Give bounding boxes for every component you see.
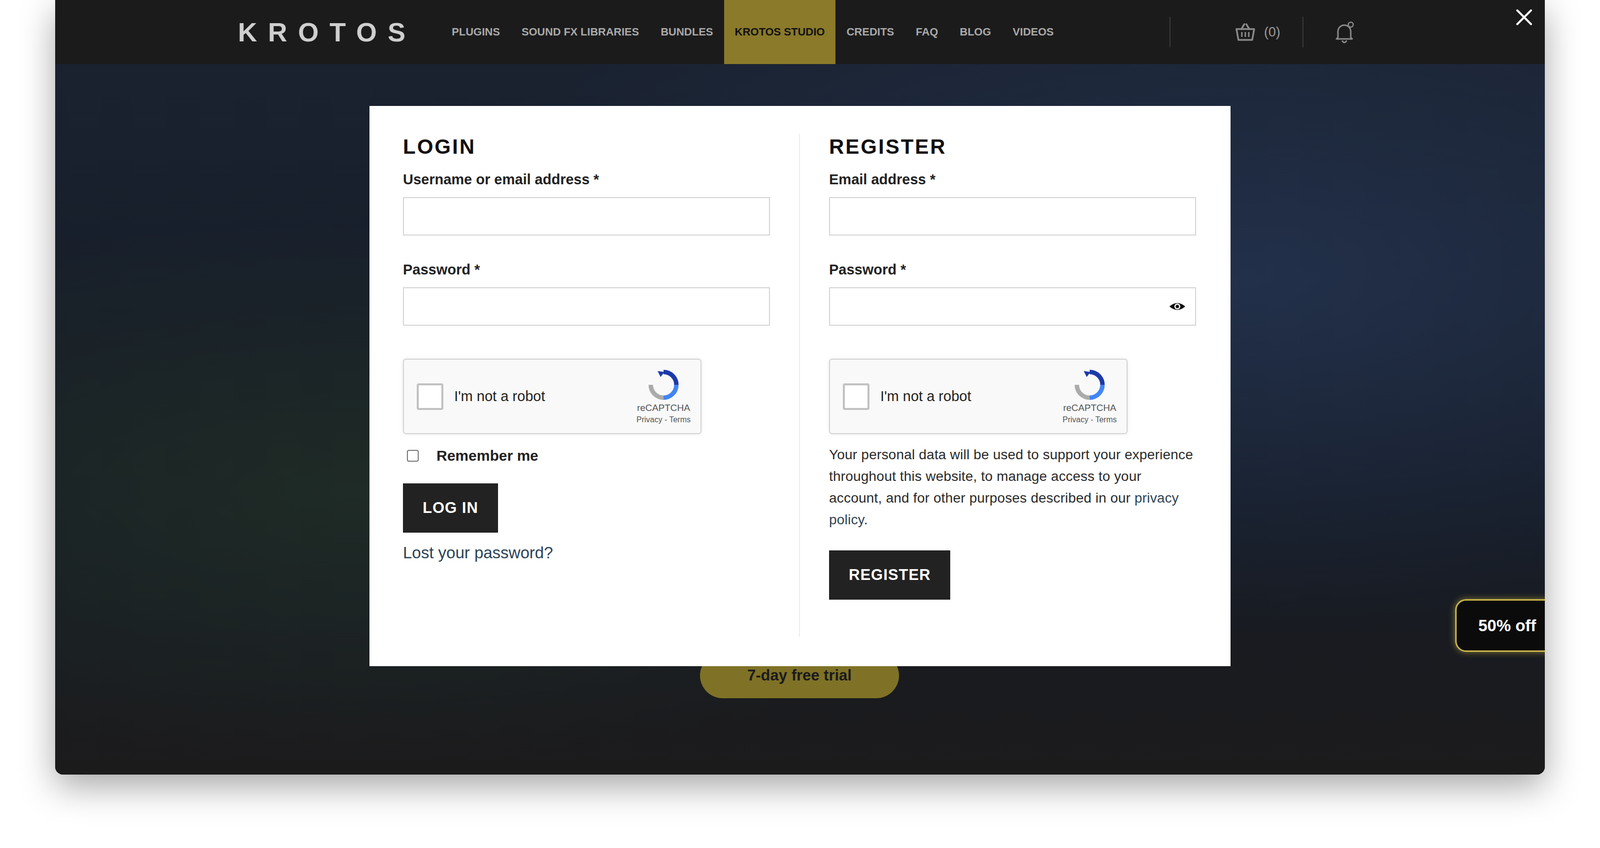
username-input-field xyxy=(402,197,770,236)
badge-label: 50% off xyxy=(1478,616,1536,635)
recaptcha-links[interactable]: Privacy - Terms xyxy=(1062,415,1117,425)
lost-password-link[interactable]: Lost your password? xyxy=(402,542,554,563)
nav-item[interactable]: PLUGINS xyxy=(440,0,511,65)
recaptcha-links[interactable]: Privacy - Terms xyxy=(636,415,691,425)
email-input-field xyxy=(829,197,1197,236)
cart-icon[interactable] xyxy=(1234,22,1257,42)
nav-label: KROTOS STUDIO xyxy=(734,25,826,39)
recaptcha-brand: reCAPTCHA xyxy=(636,402,691,414)
register-column: REGISTER Email address * Password * I'm not… xyxy=(829,134,1197,667)
login-column: LOGIN Username or email address * Password… xyxy=(402,134,770,667)
eye-icon[interactable] xyxy=(1168,297,1187,316)
email-input[interactable] xyxy=(830,198,1196,235)
header-divider xyxy=(1169,16,1171,48)
login-heading: LOGIN xyxy=(402,134,476,160)
recaptcha-brand-block: reCAPTCHAPrivacy - Terms xyxy=(1062,368,1117,425)
remember-checkbox[interactable] xyxy=(406,449,419,462)
recaptcha-label: I'm not a robot xyxy=(880,388,971,405)
nav-item[interactable]: FAQ xyxy=(904,0,949,65)
recaptcha-checkbox[interactable] xyxy=(416,383,444,410)
nav-label: CREDITS xyxy=(846,25,895,39)
nav-item[interactable]: SOUND FX LIBRARIES xyxy=(510,0,650,65)
remember-label: Remember me xyxy=(436,446,539,465)
bell-icon[interactable] xyxy=(1333,20,1355,44)
recaptcha-checkbox[interactable] xyxy=(842,383,870,410)
top-bar: KROTOS PLUGINS SOUND FX LIBRARIES BUNDLES KR… xyxy=(55,0,1545,65)
recaptcha-label: I'm not a robot xyxy=(454,388,545,405)
nav-label: FAQ xyxy=(915,25,938,39)
cart-count: (0) xyxy=(1264,24,1281,40)
nav-item[interactable]: KROTOS STUDIO xyxy=(724,0,836,65)
email-label: Email address * xyxy=(829,170,936,189)
auth-modal: LOGIN Username or email address * Password… xyxy=(369,105,1231,667)
trial-label: 7-day free trial xyxy=(747,666,852,685)
register-button-label: REGISTER xyxy=(848,566,931,584)
remember-row[interactable]: Remember me xyxy=(402,446,539,465)
logo[interactable]: KROTOS xyxy=(237,0,417,65)
nav-item[interactable]: CREDITS xyxy=(835,0,905,65)
nav-label: PLUGINS xyxy=(451,25,500,39)
register-password-input[interactable] xyxy=(830,288,1169,325)
privacy-notice: Your personal data will be used to suppo… xyxy=(829,443,1197,531)
nav-label: VIDEOS xyxy=(1012,25,1054,39)
email-wrap xyxy=(829,197,1197,236)
recaptcha-widget: I'm not a robot reCAPTCHAPrivacy - Terms xyxy=(829,358,1128,434)
main-nav: PLUGINS SOUND FX LIBRARIES BUNDLES KROTOS S… xyxy=(440,0,1065,65)
cart-button[interactable]: (0) xyxy=(1234,22,1281,42)
privacy-end: . xyxy=(864,511,868,528)
header-divider xyxy=(1302,16,1304,48)
login-button-label: LOG IN xyxy=(422,499,479,517)
login-password-input-field xyxy=(402,287,770,326)
column-divider xyxy=(799,133,800,637)
username-input[interactable] xyxy=(403,198,769,235)
nav-label: BUNDLES xyxy=(660,25,713,39)
password-wrap xyxy=(829,287,1197,326)
header-actions: (0) xyxy=(1169,0,1355,65)
register-heading: REGISTER xyxy=(829,134,947,160)
discount-badge[interactable]: 50% off xyxy=(1455,599,1545,652)
register-password-input-field xyxy=(829,287,1197,326)
login-button[interactable]: LOG IN xyxy=(402,483,499,533)
browser-window: KROTOS PLUGINS SOUND FX LIBRARIES BUNDLES KR… xyxy=(55,0,1545,775)
password-wrap xyxy=(402,287,770,326)
recaptcha-icon xyxy=(1073,368,1106,401)
recaptcha-brand-block: reCAPTCHAPrivacy - Terms xyxy=(636,368,691,425)
recaptcha-brand: reCAPTCHA xyxy=(1063,402,1117,414)
close-icon[interactable] xyxy=(1514,7,1534,28)
nav-label: BLOG xyxy=(959,25,992,39)
nav-item[interactable]: BLOG xyxy=(948,0,1002,65)
recaptcha-icon xyxy=(647,368,680,401)
notifications-button[interactable] xyxy=(1333,20,1355,44)
password-label: Password * xyxy=(402,260,480,279)
register-button[interactable]: REGISTER xyxy=(829,550,951,600)
recaptcha-widget: I'm not a robot reCAPTCHAPrivacy - Terms xyxy=(402,358,702,434)
password-label: Password * xyxy=(829,260,906,279)
login-password-input[interactable] xyxy=(403,288,769,325)
nav-item[interactable]: BUNDLES xyxy=(649,0,724,65)
nav-label: SOUND FX LIBRARIES xyxy=(521,25,639,39)
nav-item[interactable]: VIDEOS xyxy=(1001,0,1065,65)
username-label: Username or email address * xyxy=(402,170,600,189)
username-wrap xyxy=(402,197,770,236)
